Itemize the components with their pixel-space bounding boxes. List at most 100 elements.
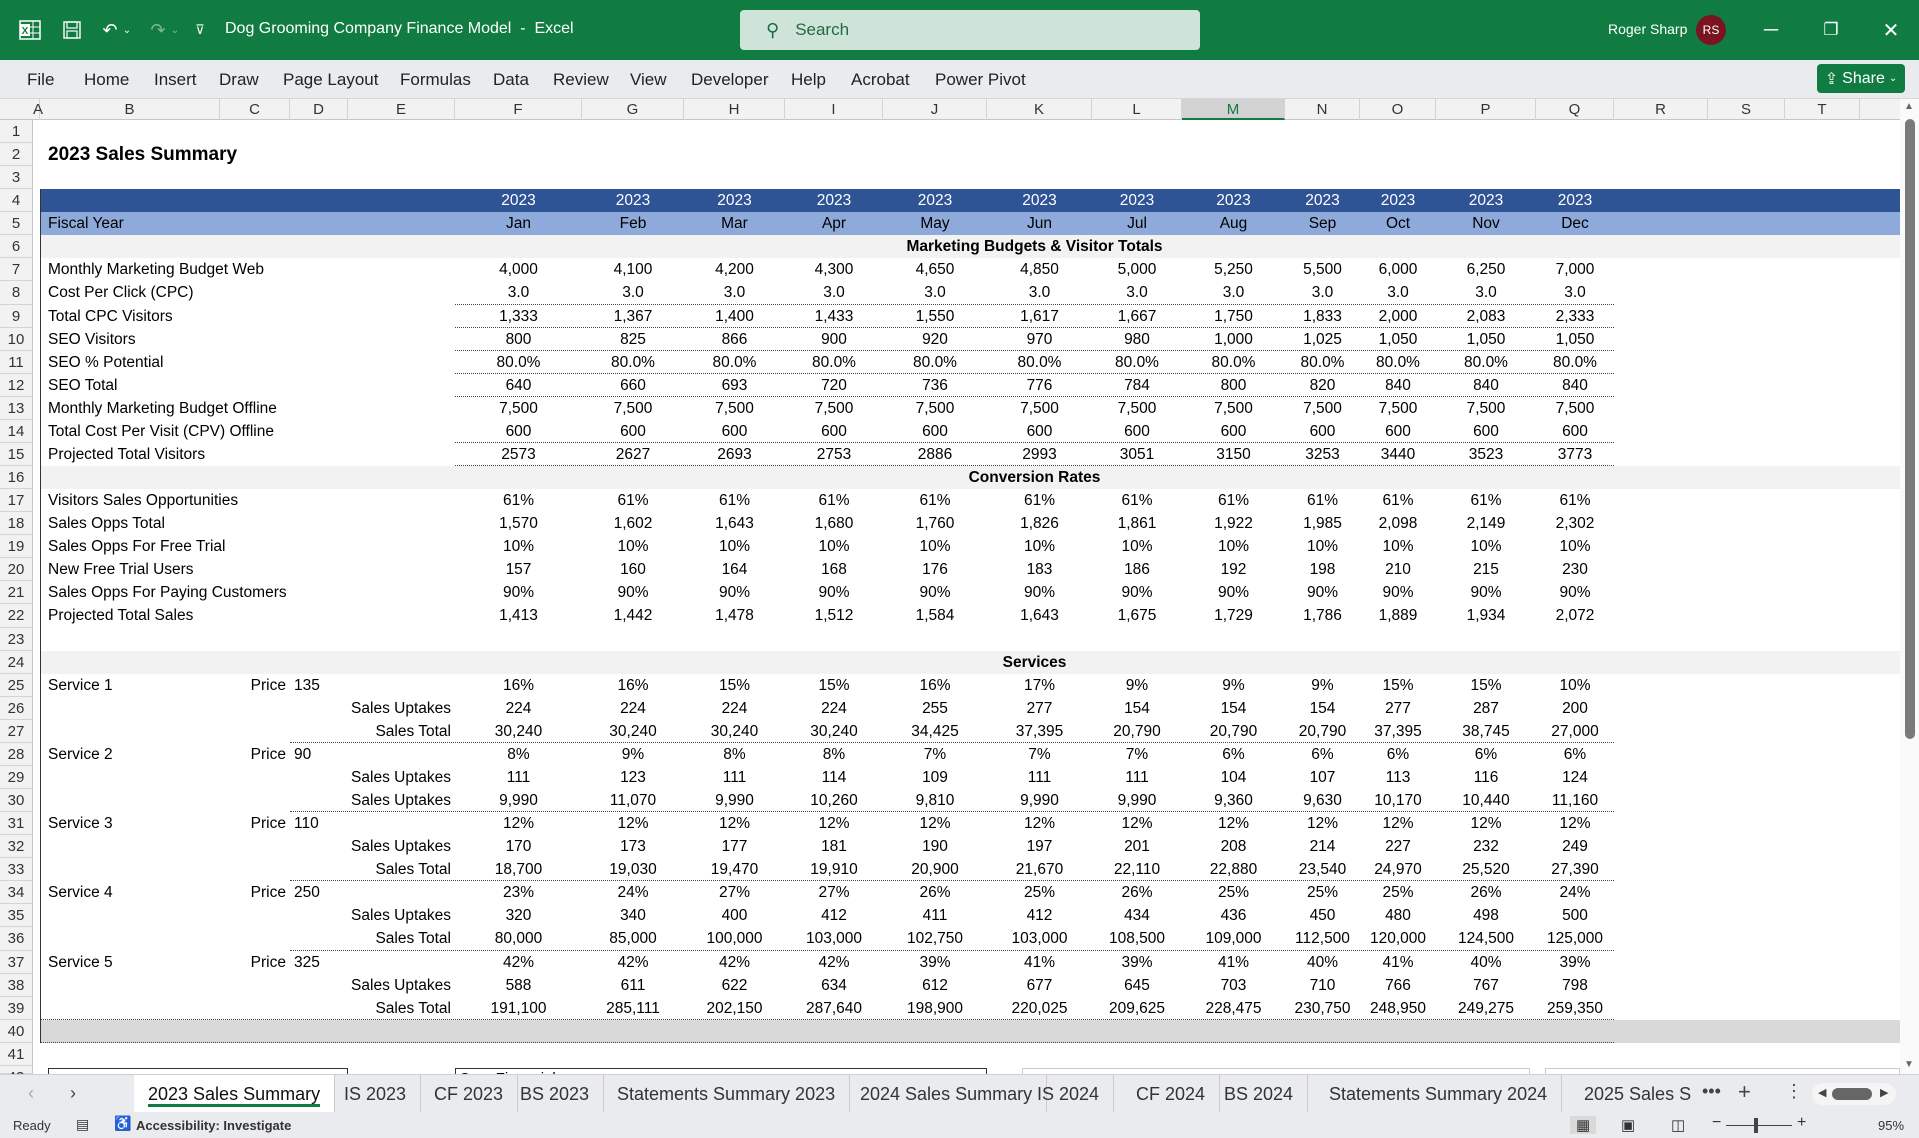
total-cell[interactable]: 18,700 — [455, 858, 582, 881]
uptake-pct-cell[interactable]: 39% — [1092, 951, 1182, 974]
row-header-1[interactable]: 1 — [0, 120, 33, 143]
value-cell[interactable]: 7,500 — [1092, 397, 1182, 420]
value-cell[interactable]: 10% — [1182, 535, 1285, 558]
scroll-thumb[interactable] — [1905, 119, 1915, 739]
uptake-cell[interactable]: 154 — [1092, 697, 1182, 720]
price-value[interactable]: 250 — [290, 881, 348, 904]
value-cell[interactable]: 7,500 — [987, 397, 1092, 420]
price-label[interactable]: Price — [220, 951, 290, 974]
row-header-13[interactable]: 13 — [0, 397, 33, 420]
column-header-i[interactable]: I — [785, 99, 883, 120]
row-header-11[interactable]: 11 — [0, 351, 33, 374]
price-label[interactable]: Price — [220, 881, 290, 904]
uptake-cell[interactable]: 434 — [1092, 904, 1182, 927]
total-cell[interactable]: 100,000 — [684, 927, 785, 951]
value-cell[interactable]: 600 — [1536, 420, 1614, 443]
sheet-tab[interactable]: BS 2024 — [1210, 1075, 1309, 1113]
total-cell[interactable]: 19,910 — [785, 858, 883, 881]
total-cell[interactable]: 125,000 — [1536, 927, 1614, 951]
year-header[interactable]: 2023 — [883, 189, 987, 212]
uptake-pct-cell[interactable]: 8% — [684, 743, 785, 766]
uptake-pct-cell[interactable]: 15% — [1360, 674, 1436, 697]
uptake-cell[interactable]: 450 — [1285, 904, 1360, 927]
total-cell[interactable]: 191,100 — [455, 997, 582, 1020]
uptake-pct-cell[interactable]: 12% — [1182, 812, 1285, 835]
uptake-cell[interactable]: 111 — [987, 766, 1092, 789]
value-cell[interactable]: 80.0% — [883, 351, 987, 374]
row-label[interactable]: SEO Visitors — [44, 328, 455, 351]
year-header[interactable]: 2023 — [1436, 189, 1536, 212]
uptake-cell[interactable]: 154 — [1182, 697, 1285, 720]
sheet-tab[interactable]: 2024 Sales Summary — [846, 1075, 1048, 1113]
close-icon[interactable]: ✕ — [1871, 14, 1911, 46]
total-cell[interactable]: 30,240 — [582, 720, 684, 743]
total-cell[interactable]: 108,500 — [1092, 927, 1182, 951]
value-cell[interactable]: 600 — [455, 420, 582, 443]
uptake-pct-cell[interactable]: 26% — [1436, 881, 1536, 904]
row-header-40[interactable]: 40 — [0, 1020, 33, 1043]
value-cell[interactable]: 90% — [987, 581, 1092, 604]
customize-toolbar-icon[interactable]: ⊽ — [190, 16, 210, 44]
row-header-27[interactable]: 27 — [0, 720, 33, 743]
uptake-cell[interactable]: 197 — [987, 835, 1092, 858]
column-header-d[interactable]: D — [290, 99, 348, 120]
uptake-cell[interactable]: 124 — [1536, 766, 1614, 789]
value-cell[interactable]: 600 — [987, 420, 1092, 443]
value-cell[interactable]: 1,889 — [1360, 604, 1436, 628]
row-header-21[interactable]: 21 — [0, 581, 33, 604]
value-cell[interactable]: 2693 — [684, 443, 785, 466]
total-cell[interactable]: 112,500 — [1285, 927, 1360, 951]
sales-uptakes-label[interactable]: Sales Uptakes — [348, 835, 455, 858]
total-cell[interactable]: 209,625 — [1092, 997, 1182, 1020]
row-header-14[interactable]: 14 — [0, 420, 33, 443]
row-label[interactable]: Sales Opps For Free Trial — [44, 535, 455, 558]
uptake-pct-cell[interactable]: 25% — [1182, 881, 1285, 904]
row-header-18[interactable]: 18 — [0, 512, 33, 535]
column-header-c[interactable]: C — [220, 99, 290, 120]
fiscal-year-label[interactable]: Fiscal Year — [44, 212, 400, 235]
column-header-o[interactable]: O — [1360, 99, 1436, 120]
row-header-17[interactable]: 17 — [0, 489, 33, 512]
value-cell[interactable]: 6,250 — [1436, 258, 1536, 281]
uptake-pct-cell[interactable]: 12% — [684, 812, 785, 835]
uptake-pct-cell[interactable]: 42% — [684, 951, 785, 974]
uptake-cell[interactable]: 400 — [684, 904, 785, 927]
total-cell[interactable]: 120,000 — [1360, 927, 1436, 951]
value-cell[interactable]: 90% — [1092, 581, 1182, 604]
total-cell[interactable]: 285,111 — [582, 997, 684, 1020]
value-cell[interactable]: 168 — [785, 558, 883, 581]
value-cell[interactable]: 2,302 — [1536, 512, 1614, 535]
value-cell[interactable]: 640 — [455, 374, 582, 397]
total-cell[interactable]: 19,030 — [582, 858, 684, 881]
total-cell[interactable]: 10,170 — [1360, 789, 1436, 812]
column-header-r[interactable]: R — [1614, 99, 1708, 120]
uptake-pct-cell[interactable]: 9% — [1182, 674, 1285, 697]
value-cell[interactable]: 2,333 — [1536, 305, 1614, 328]
value-cell[interactable]: 3.0 — [987, 281, 1092, 305]
value-cell[interactable]: 7,000 — [1536, 258, 1614, 281]
uptake-cell[interactable]: 677 — [987, 974, 1092, 997]
value-cell[interactable]: 10% — [1536, 535, 1614, 558]
sheet-tab[interactable]: Statements Summary 2023 — [603, 1075, 851, 1113]
value-cell[interactable]: 1,050 — [1436, 328, 1536, 351]
vertical-scrollbar[interactable]: ▲ ▼ — [1900, 99, 1919, 1074]
column-header-m[interactable]: M — [1182, 99, 1285, 120]
value-cell[interactable]: 920 — [883, 328, 987, 351]
service-name[interactable]: Service 5 — [44, 951, 220, 974]
row-label[interactable]: Cost Per Click (CPC) — [44, 281, 455, 305]
value-cell[interactable]: 1,025 — [1285, 328, 1360, 351]
total-cell[interactable]: 287,640 — [785, 997, 883, 1020]
value-cell[interactable]: 660 — [582, 374, 684, 397]
zoom-out-icon[interactable]: − — [1712, 1114, 1721, 1132]
tab-draw[interactable]: Draw — [219, 70, 259, 90]
total-cell[interactable]: 9,630 — [1285, 789, 1360, 812]
value-cell[interactable]: 980 — [1092, 328, 1182, 351]
value-cell[interactable]: 3.0 — [785, 281, 883, 305]
value-cell[interactable]: 80.0% — [1360, 351, 1436, 374]
value-cell[interactable]: 600 — [1436, 420, 1536, 443]
value-cell[interactable]: 90% — [1182, 581, 1285, 604]
service-name[interactable]: Service 2 — [44, 743, 220, 766]
uptake-cell[interactable]: 104 — [1182, 766, 1285, 789]
uptake-cell[interactable]: 622 — [684, 974, 785, 997]
column-header-l[interactable]: L — [1092, 99, 1182, 120]
